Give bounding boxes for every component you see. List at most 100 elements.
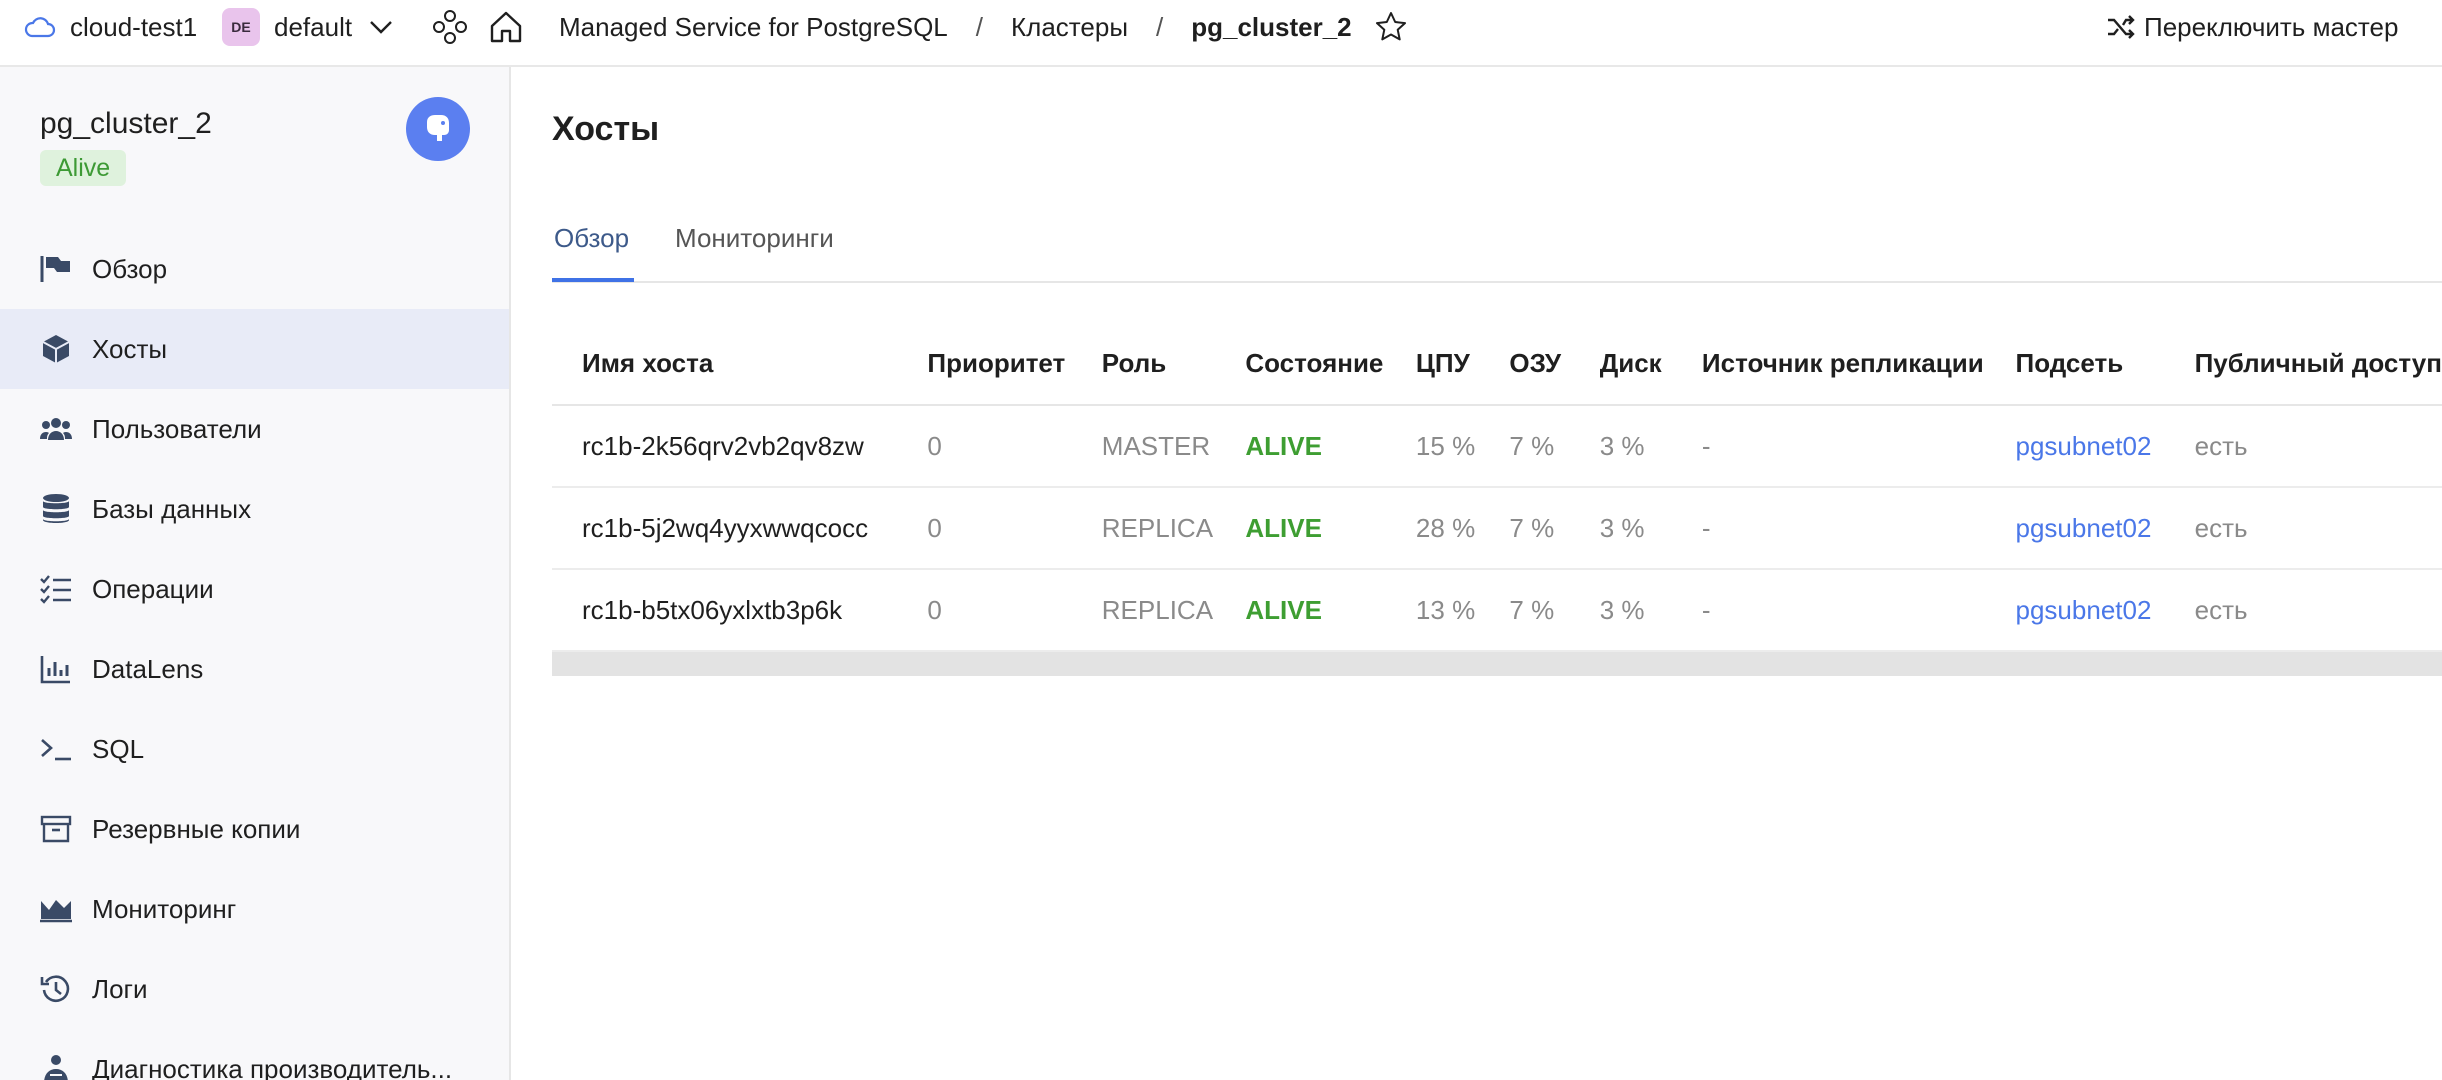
sidebar-item-users[interactable]: Пользователи bbox=[0, 389, 509, 469]
table-row[interactable]: rc1b-b5tx06yxlxtb3p6k 0 REPLICA ALIVE 13… bbox=[552, 569, 2442, 652]
sidebar-item-monitoring[interactable]: Мониторинг bbox=[0, 869, 509, 949]
sidebar-item-label: SQL bbox=[92, 733, 145, 764]
column-header-role: Роль bbox=[1101, 322, 1246, 406]
cell-public-access: есть bbox=[2194, 405, 2442, 488]
cell-hostname: rc1b-2k56qrv2vb2qv8zw bbox=[552, 405, 928, 488]
breadcrumb-separator: / bbox=[975, 11, 983, 42]
cell-replication-source: - bbox=[1701, 487, 2016, 570]
cell-role: REPLICA bbox=[1101, 569, 1246, 652]
cell-hostname: rc1b-5j2wq4yyxwwqcocc bbox=[552, 487, 928, 570]
diagnostics-icon bbox=[38, 1051, 74, 1080]
sidebar-item-overview[interactable]: Обзор bbox=[0, 229, 509, 309]
cell-priority: 0 bbox=[927, 405, 1102, 488]
cube-icon bbox=[38, 331, 74, 367]
sidebar-item-logs[interactable]: Логи bbox=[0, 949, 509, 1029]
cell-hostname: rc1b-b5tx06yxlxtb3p6k bbox=[552, 569, 928, 652]
sidebar-item-label: Резервные копии bbox=[92, 813, 301, 844]
cell-cpu: 15 % bbox=[1415, 405, 1510, 488]
sidebar-item-operations[interactable]: Операции bbox=[0, 549, 509, 629]
status-badge: Alive bbox=[40, 150, 127, 186]
sidebar-item-backups[interactable]: Резервные копии bbox=[0, 789, 509, 869]
sidebar: pg_cluster_2 Alive Обзор Хосты Пользоват… bbox=[0, 67, 511, 1080]
terminal-icon bbox=[38, 731, 74, 767]
breadcrumb-current: pg_cluster_2 bbox=[1191, 11, 1352, 42]
tab-monitoring[interactable]: Мониторинги bbox=[675, 223, 834, 254]
history-icon bbox=[38, 971, 74, 1007]
sidebar-item-label: Операции bbox=[92, 573, 214, 604]
sidebar-item-label: Обзор bbox=[92, 253, 168, 284]
cell-replication-source: - bbox=[1701, 405, 2016, 488]
column-header-disk: Диск bbox=[1599, 322, 1702, 406]
star-icon[interactable] bbox=[1374, 10, 1408, 44]
sidebar-item-sql[interactable]: SQL bbox=[0, 709, 509, 789]
cell-public-access: есть bbox=[2194, 569, 2442, 652]
column-header-replication-source: Источник репликации bbox=[1701, 322, 2016, 406]
sidebar-item-diagnostics[interactable]: Диагностика производитель... bbox=[0, 1029, 509, 1080]
column-header-cpu: ЦПУ bbox=[1415, 322, 1510, 406]
cell-subnet: pgsubnet02 bbox=[2015, 569, 2195, 652]
column-header-ram: ОЗУ bbox=[1509, 322, 1600, 406]
tab-overview[interactable]: Обзор bbox=[554, 223, 629, 254]
folder-badge: DE bbox=[222, 8, 260, 46]
column-header-state: Состояние bbox=[1245, 322, 1416, 406]
cloud-name: cloud-test1 bbox=[70, 11, 198, 42]
cell-role: MASTER bbox=[1101, 405, 1246, 488]
cell-priority: 0 bbox=[927, 487, 1102, 570]
bar-chart-icon bbox=[38, 651, 74, 687]
cell-replication-source: - bbox=[1701, 569, 2016, 652]
flag-icon bbox=[38, 251, 74, 287]
folder-selector[interactable]: DE default bbox=[222, 0, 394, 54]
subnet-link[interactable]: pgsubnet02 bbox=[2016, 431, 2152, 461]
cell-role: REPLICA bbox=[1101, 487, 1246, 570]
subnet-link[interactable]: pgsubnet02 bbox=[2016, 595, 2152, 625]
cell-ram: 7 % bbox=[1509, 487, 1600, 570]
services-icon[interactable] bbox=[432, 0, 468, 54]
column-header-subnet: Подсеть bbox=[2015, 322, 2195, 406]
sidebar-item-datalens[interactable]: DataLens bbox=[0, 629, 509, 709]
cell-subnet: pgsubnet02 bbox=[2015, 487, 2195, 570]
cell-priority: 0 bbox=[927, 569, 1102, 652]
cloud-icon bbox=[24, 15, 56, 39]
page-title: Хосты bbox=[552, 110, 660, 148]
horizontal-scrollbar[interactable] bbox=[552, 652, 2442, 676]
shuffle-icon bbox=[2106, 14, 2136, 40]
chevron-down-icon bbox=[368, 19, 394, 35]
top-bar: cloud-test1 DE default Managed Service f… bbox=[0, 0, 2442, 67]
cell-state: ALIVE bbox=[1245, 569, 1416, 652]
sidebar-item-label: Диагностика производитель... bbox=[92, 1053, 453, 1080]
cell-cpu: 28 % bbox=[1415, 487, 1510, 570]
cloud-selector[interactable]: cloud-test1 bbox=[24, 0, 197, 54]
breadcrumb: Managed Service for PostgreSQL / Кластер… bbox=[559, 0, 1408, 54]
home-icon[interactable] bbox=[488, 0, 524, 54]
breadcrumb-service[interactable]: Managed Service for PostgreSQL bbox=[559, 12, 948, 43]
hosts-table: Имя хоста Приоритет Роль Состояние ЦПУ О… bbox=[552, 322, 2442, 652]
table-row[interactable]: rc1b-2k56qrv2vb2qv8zw 0 MASTER ALIVE 15 … bbox=[552, 405, 2442, 488]
tabs: Обзор Мониторинги bbox=[552, 205, 2442, 283]
postgresql-icon bbox=[406, 97, 470, 161]
archive-icon bbox=[38, 811, 74, 847]
table-header-row: Имя хоста Приоритет Роль Состояние ЦПУ О… bbox=[552, 322, 2442, 406]
cell-public-access: есть bbox=[2194, 487, 2442, 570]
sidebar-item-label: Логи bbox=[92, 973, 148, 1004]
switch-master-button[interactable]: Переключить мастер bbox=[2106, 0, 2398, 54]
sidebar-item-label: Хосты bbox=[92, 333, 168, 364]
cell-disk: 3 % bbox=[1599, 405, 1702, 488]
breadcrumb-separator: / bbox=[1156, 11, 1164, 42]
table-row[interactable]: rc1b-5j2wq4yyxwwqcocc 0 REPLICA ALIVE 28… bbox=[552, 487, 2442, 570]
column-header-hostname: Имя хоста bbox=[552, 322, 928, 406]
sidebar-item-label: Базы данных bbox=[92, 493, 252, 524]
sidebar-item-hosts[interactable]: Хосты bbox=[0, 309, 509, 389]
cluster-name: pg_cluster_2 bbox=[40, 107, 212, 140]
cell-disk: 3 % bbox=[1599, 487, 1702, 570]
cell-ram: 7 % bbox=[1509, 569, 1600, 652]
checklist-icon bbox=[38, 571, 74, 607]
folder-name: default bbox=[274, 11, 353, 42]
cell-state: ALIVE bbox=[1245, 487, 1416, 570]
users-icon bbox=[38, 411, 74, 447]
active-tab-indicator bbox=[552, 278, 634, 282]
sidebar-item-label: Пользователи bbox=[92, 413, 262, 444]
breadcrumb-clusters[interactable]: Кластеры bbox=[1011, 12, 1128, 43]
subnet-link[interactable]: pgsubnet02 bbox=[2016, 513, 2152, 543]
cell-disk: 3 % bbox=[1599, 569, 1702, 652]
sidebar-item-databases[interactable]: Базы данных bbox=[0, 469, 509, 549]
